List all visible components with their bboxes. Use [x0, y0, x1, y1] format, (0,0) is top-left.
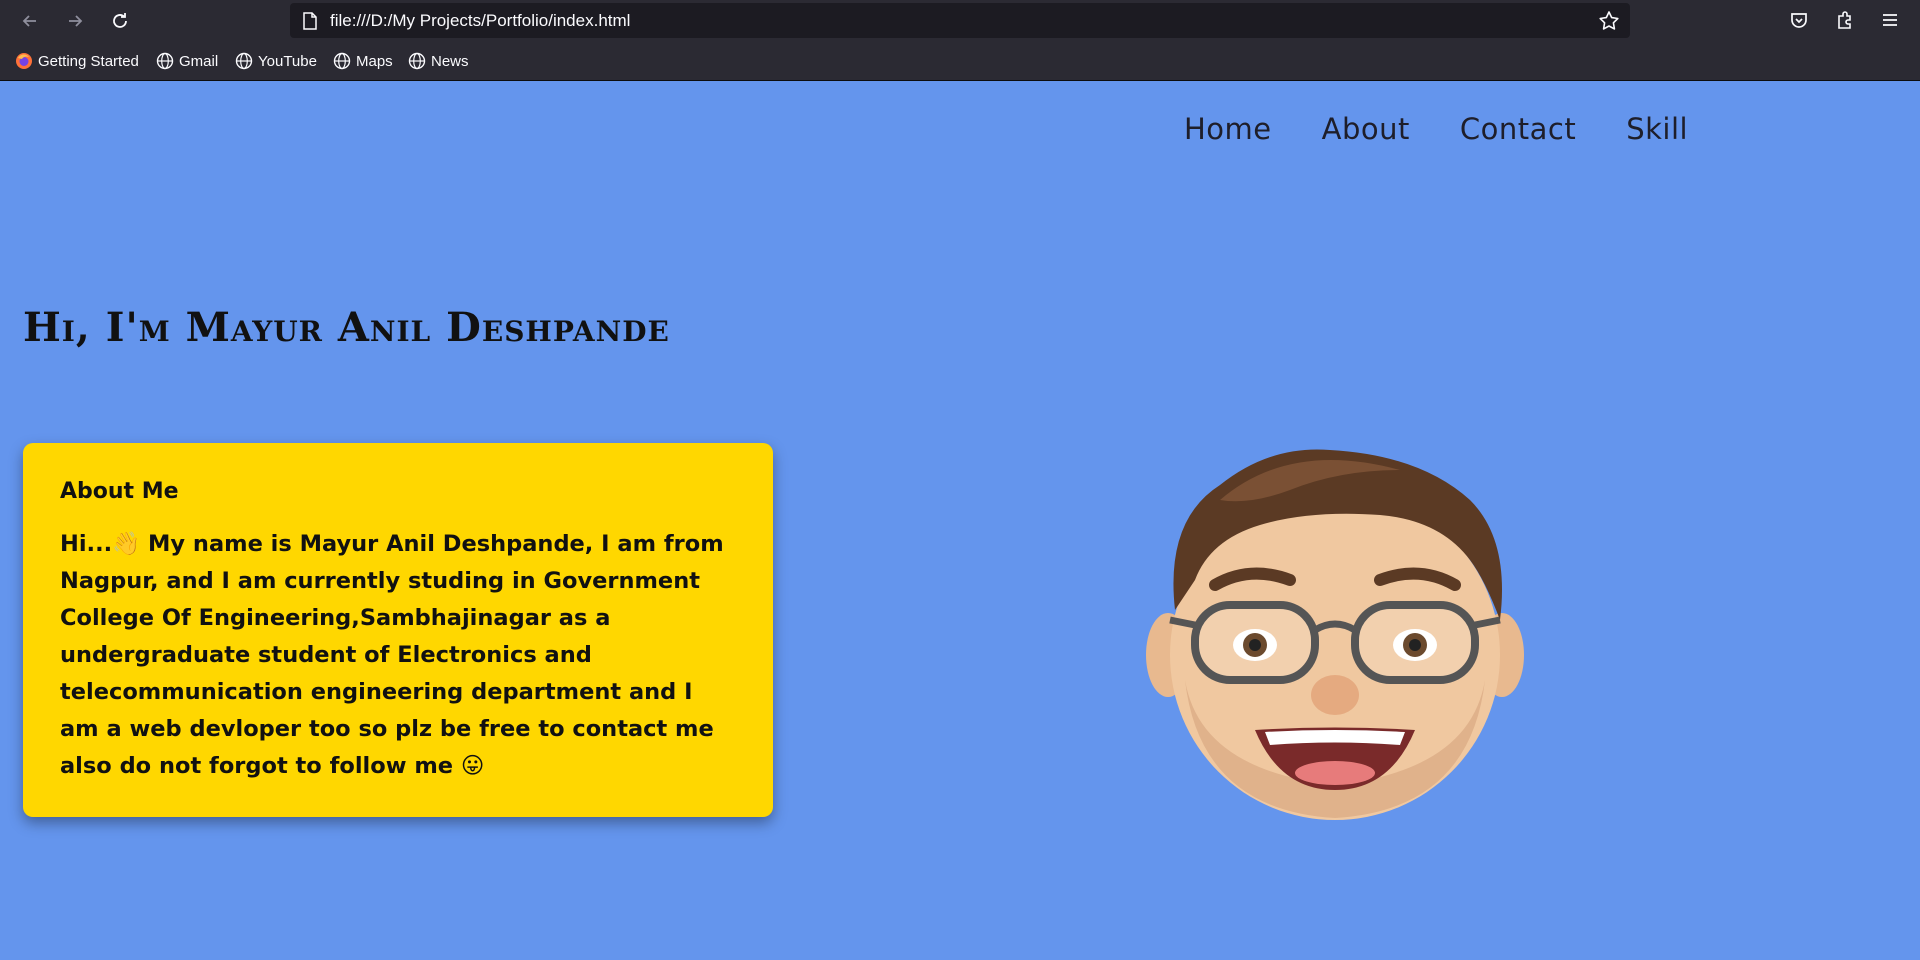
globe-icon: [156, 52, 174, 70]
bookmark-maps[interactable]: Maps: [333, 52, 393, 70]
avatar-memoji-image: [1146, 449, 1524, 820]
bookmark-star-icon[interactable]: [1598, 10, 1620, 32]
bookmark-youtube[interactable]: YouTube: [235, 52, 317, 70]
bookmark-news[interactable]: News: [408, 52, 469, 70]
pocket-icon[interactable]: [1786, 7, 1812, 33]
page-title: Hi, I'm Mayur Anil Deshpande: [23, 304, 670, 351]
nav-home-link[interactable]: Home: [1184, 112, 1272, 146]
globe-icon: [235, 52, 253, 70]
menu-icon[interactable]: [1877, 7, 1903, 33]
url-text: file:///D:/My Projects/Portfolio/index.h…: [330, 11, 631, 30]
page-content: Home About Contact Skill Hi, I'm Mayur A…: [0, 82, 1920, 960]
address-bar[interactable]: file:///D:/My Projects/Portfolio/index.h…: [290, 3, 1630, 38]
bookmarks-bar: Getting Started Gmail YouTube Maps News: [0, 41, 1920, 81]
extensions-icon[interactable]: [1832, 7, 1858, 33]
nav-skill-link[interactable]: Skill: [1626, 112, 1688, 146]
reload-icon: [113, 13, 127, 28]
nav-contact-link[interactable]: Contact: [1460, 112, 1576, 146]
back-button[interactable]: [15, 6, 45, 36]
browser-toolbar: file:///D:/My Projects/Portfolio/index.h…: [0, 0, 1920, 41]
globe-icon: [408, 52, 426, 70]
firefox-icon: [16, 53, 32, 69]
page-icon: [303, 12, 317, 30]
reload-button[interactable]: [105, 6, 135, 36]
arrow-left-icon: [22, 15, 36, 27]
arrow-right-icon: [69, 15, 83, 27]
about-text: Hi...👋 My name is Mayur Anil Deshpande, …: [60, 531, 724, 779]
site-navigation: Home About Contact Skill: [1184, 112, 1738, 146]
globe-icon: [333, 52, 351, 70]
bookmark-gmail[interactable]: Gmail: [156, 52, 218, 70]
about-heading: About Me: [60, 479, 179, 504]
nav-about-link[interactable]: About: [1322, 112, 1410, 146]
bookmark-getting-started[interactable]: Getting Started: [15, 52, 139, 70]
forward-button[interactable]: [60, 6, 90, 36]
about-card: About Me Hi...👋 My name is Mayur Anil De…: [23, 443, 773, 817]
